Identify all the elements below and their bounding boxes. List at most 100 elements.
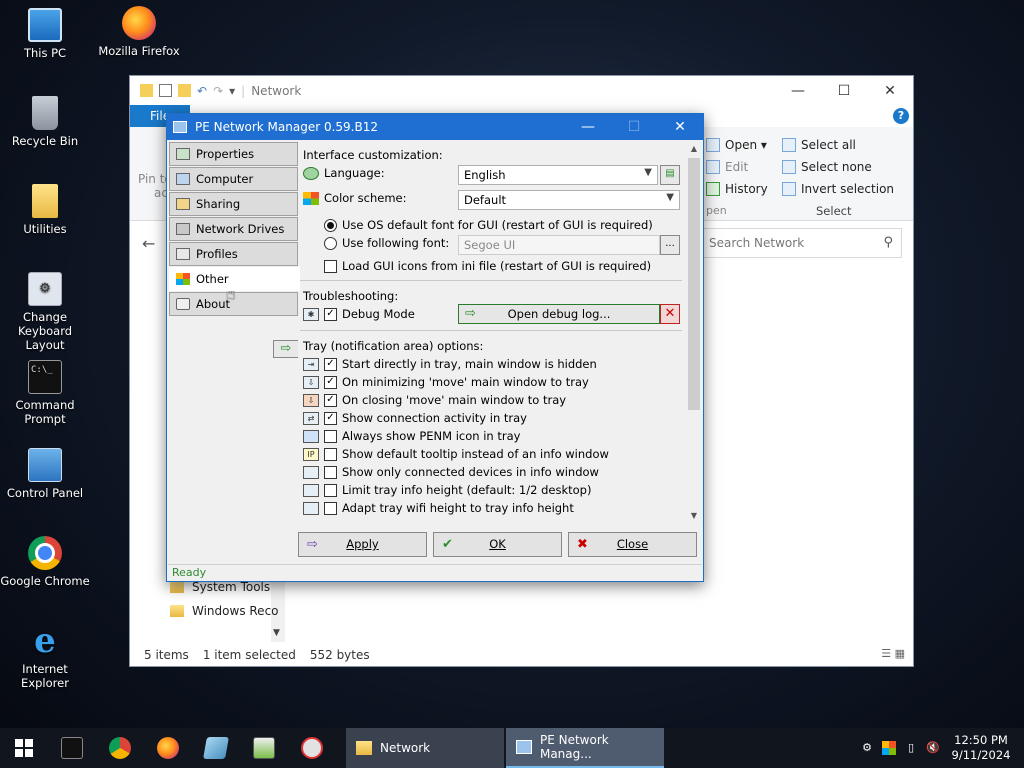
checkbox[interactable] bbox=[324, 447, 337, 461]
checkbox[interactable] bbox=[324, 429, 337, 443]
tray-option[interactable]: Show only connected devices in info wind… bbox=[303, 465, 599, 479]
desktop-icon-cmd[interactable]: C:\_ Command Prompt bbox=[0, 360, 90, 426]
taskbar-task-penm[interactable]: PE Network Manag... bbox=[506, 728, 664, 768]
taskbar: Network PE Network Manag... ⚙ ▯ 🔇 12:50 … bbox=[0, 728, 1024, 768]
help-icon[interactable]: ? bbox=[893, 108, 909, 124]
following-font-radio[interactable]: Use following font: bbox=[324, 236, 449, 250]
checkbox-checked[interactable]: ✓ bbox=[324, 411, 337, 425]
back-arrow-icon[interactable]: ← bbox=[142, 234, 155, 253]
history-button[interactable]: History bbox=[706, 182, 768, 196]
checkbox-checked[interactable]: ✓ bbox=[324, 375, 337, 389]
checkbox[interactable] bbox=[324, 501, 337, 515]
taskbar-cmd[interactable] bbox=[48, 728, 96, 768]
radio-selected[interactable] bbox=[324, 218, 337, 232]
tray-option[interactable]: IP Show default tooltip instead of an inf… bbox=[303, 447, 609, 461]
network-tray-icon[interactable]: ⚙ bbox=[860, 741, 874, 755]
tab-properties[interactable]: Properties bbox=[169, 142, 298, 166]
nav-item-windows-reco[interactable]: Windows Reco bbox=[170, 604, 279, 618]
desktop-icon-utilities[interactable]: Utilities bbox=[0, 184, 90, 236]
checkbox-checked[interactable]: ✓ bbox=[324, 393, 337, 407]
scroll-thumb[interactable] bbox=[688, 158, 700, 410]
start-button[interactable] bbox=[0, 728, 48, 768]
usb-tray-icon[interactable]: ▯ bbox=[904, 741, 918, 755]
tray-option-icon bbox=[303, 483, 319, 497]
select-group-label: Select bbox=[816, 204, 852, 218]
ok-button[interactable]: ✔ OK bbox=[433, 532, 562, 557]
language-select[interactable]: English ▼ bbox=[458, 165, 658, 185]
scroll-up-icon[interactable]: ▲ bbox=[686, 141, 702, 157]
redo-icon[interactable]: ↷ bbox=[213, 84, 223, 98]
taskbar-app-3[interactable] bbox=[288, 728, 336, 768]
checkbox-checked[interactable]: ✓ bbox=[324, 307, 337, 321]
folder-icon bbox=[170, 605, 184, 617]
checkbox-checked[interactable]: ✓ bbox=[324, 357, 337, 371]
tray-option[interactable]: Limit tray info height (default: 1/2 des… bbox=[303, 483, 591, 497]
search-input[interactable]: Search Network ⚲ bbox=[700, 228, 902, 258]
tray-option[interactable]: Adapt tray wifi height to tray info heig… bbox=[303, 501, 574, 515]
view-toggle-icons[interactable]: ☰ ▦ bbox=[881, 647, 905, 660]
debug-mode-checkbox[interactable]: ✱ ✓ Debug Mode bbox=[303, 307, 415, 321]
tray-option[interactable]: ⇩ ✓ On minimizing 'move' main window to tr… bbox=[303, 375, 589, 389]
tray-option[interactable]: ⇄ ✓ Show connection activity in tray bbox=[303, 411, 527, 425]
apply-button[interactable]: ⇨ Apply bbox=[298, 532, 427, 557]
penm-app-icon bbox=[173, 121, 187, 133]
taskbar-task-network[interactable]: Network bbox=[346, 728, 504, 768]
radio-unselected[interactable] bbox=[324, 236, 337, 250]
volume-muted-icon[interactable]: 🔇 bbox=[926, 741, 940, 755]
taskbar-app-1[interactable] bbox=[192, 728, 240, 768]
options-scrollbar[interactable]: ▲ ▼ bbox=[686, 141, 702, 524]
desktop-icon-control-panel[interactable]: Control Panel bbox=[0, 448, 90, 500]
tray-option[interactable]: Always show PENM icon in tray bbox=[303, 429, 520, 443]
minimize-button[interactable]: — bbox=[775, 83, 821, 99]
tab-network-drives[interactable]: Network Drives bbox=[169, 217, 298, 241]
maximize-button[interactable]: ☐ bbox=[821, 83, 867, 99]
clear-debug-log-button[interactable]: ✕ bbox=[660, 304, 680, 324]
taskbar-app-2[interactable] bbox=[240, 728, 288, 768]
checkbox[interactable] bbox=[324, 483, 337, 497]
taskbar-chrome[interactable] bbox=[96, 728, 144, 768]
sharing-icon bbox=[176, 198, 190, 210]
clock[interactable]: 12:50 PM 9/11/2024 bbox=[948, 733, 1014, 763]
edit-button[interactable]: Edit bbox=[706, 160, 748, 174]
tab-profiles[interactable]: Profiles bbox=[169, 242, 298, 266]
color-scheme-select[interactable]: Default ▼ bbox=[458, 190, 680, 210]
desktop-icon-chrome[interactable]: Google Chrome bbox=[0, 536, 90, 588]
checkbox[interactable] bbox=[324, 465, 337, 479]
select-none-button[interactable]: Select none bbox=[782, 160, 872, 174]
nav-item-system-tools[interactable]: System Tools bbox=[170, 580, 270, 594]
tab-other[interactable]: Other bbox=[169, 267, 300, 291]
select-all-button[interactable]: Select all bbox=[782, 138, 856, 152]
tray-option[interactable]: ⇩ ✓ On closing 'move' main window to tray bbox=[303, 393, 566, 407]
close-button[interactable]: ✕ bbox=[867, 83, 913, 99]
checkbox[interactable] bbox=[324, 259, 337, 273]
open-button[interactable]: Open ▾ bbox=[706, 138, 767, 152]
scroll-down-icon[interactable]: ▼ bbox=[686, 508, 702, 524]
invert-selection-button[interactable]: Invert selection bbox=[782, 182, 894, 196]
os-font-radio[interactable]: Use OS default font for GUI (restart of … bbox=[324, 218, 653, 232]
scroll-down-icon[interactable]: ▼ bbox=[273, 628, 280, 638]
go-arrow-button[interactable]: ⇨ bbox=[273, 340, 299, 358]
color-tray-icon[interactable] bbox=[882, 741, 896, 755]
desktop-icon-recycle-bin[interactable]: Recycle Bin bbox=[0, 96, 90, 148]
close-dialog-button[interactable]: ✖ Close bbox=[568, 532, 697, 557]
desktop-icon-this-pc[interactable]: This PC bbox=[0, 8, 90, 60]
load-icons-checkbox[interactable]: Load GUI icons from ini file (restart of… bbox=[324, 259, 651, 273]
language-edit-button[interactable]: ▤ bbox=[660, 165, 680, 185]
penm-close-button[interactable]: ✕ bbox=[657, 119, 703, 135]
desktop-icon-ie[interactable]: e Internet Explorer bbox=[0, 624, 90, 690]
tab-computer[interactable]: Computer bbox=[169, 167, 298, 191]
taskbar-firefox[interactable] bbox=[144, 728, 192, 768]
properties-icon[interactable] bbox=[159, 84, 172, 97]
tray-option[interactable]: ⇥ ✓ Start directly in tray, main window is… bbox=[303, 357, 597, 371]
penm-minimize-button[interactable]: — bbox=[565, 119, 611, 135]
customize-dropdown-icon[interactable]: ▾ bbox=[229, 84, 235, 98]
tab-sharing[interactable]: Sharing bbox=[169, 192, 298, 216]
open-debug-log-button[interactable]: ⇨ Open debug log... bbox=[458, 304, 660, 324]
clock-time: 12:50 PM bbox=[954, 733, 1008, 747]
desktop-icon-firefox[interactable]: Mozilla Firefox bbox=[94, 6, 184, 58]
new-folder-icon[interactable] bbox=[178, 84, 191, 97]
desktop-icon-keyboard-layout[interactable]: ⚙ Change Keyboard Layout bbox=[0, 272, 90, 352]
font-browse-button[interactable]: ... bbox=[660, 235, 680, 255]
undo-icon[interactable]: ↶ bbox=[197, 84, 207, 98]
history-icon bbox=[706, 182, 720, 196]
